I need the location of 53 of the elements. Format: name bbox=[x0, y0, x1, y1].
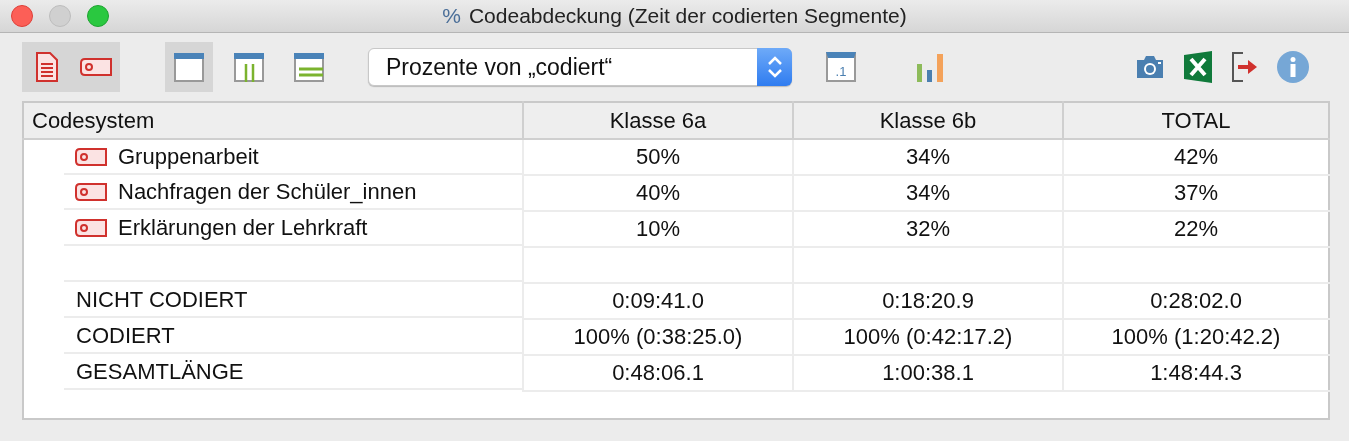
window-layout-icon bbox=[174, 52, 204, 82]
display-dropdown[interactable]: Prozente von „codiert“ bbox=[368, 48, 792, 86]
table-cell: 22% bbox=[1063, 211, 1329, 247]
column-header[interactable]: Codesystem bbox=[23, 102, 523, 139]
chart-button[interactable] bbox=[916, 52, 946, 82]
tag-icon bbox=[74, 219, 108, 237]
table-cell: 100% (1:20:42.2) bbox=[1063, 319, 1329, 355]
table-cell: 0:28:02.0 bbox=[1063, 283, 1329, 319]
export-icon bbox=[1231, 51, 1259, 83]
table-cell: 42% bbox=[1063, 139, 1329, 175]
table-cell: 100% (0:38:25.0) bbox=[523, 319, 793, 355]
spreadsheet-icon bbox=[1183, 51, 1213, 83]
zoom-button[interactable] bbox=[87, 5, 109, 27]
table-cell: 0:09:41.0 bbox=[523, 283, 793, 319]
up-down-chevron-icon bbox=[766, 55, 783, 79]
tag-icon bbox=[74, 147, 108, 166]
code-button[interactable] bbox=[71, 42, 120, 92]
window-title: Codeabdeckung (Zeit der codierten Segmente) bbox=[468, 4, 907, 28]
table-cell: 34% bbox=[793, 175, 1063, 211]
camera-icon bbox=[1135, 54, 1165, 80]
column-header[interactable]: TOTAL bbox=[1063, 102, 1329, 139]
percent-icon: % bbox=[442, 4, 461, 28]
info-icon bbox=[1277, 51, 1309, 83]
table-cell: 50% bbox=[523, 139, 793, 175]
code-label[interactable]: Nachfragen der Schüler_innen bbox=[118, 179, 417, 205]
table-cell: 32% bbox=[793, 211, 1063, 247]
columns-layout-icon bbox=[234, 52, 264, 82]
info-button[interactable] bbox=[1277, 51, 1309, 83]
close-button[interactable] bbox=[11, 5, 33, 27]
excel-button[interactable] bbox=[1183, 51, 1213, 83]
summary-label: CODIERT bbox=[75, 323, 175, 349]
camera-button[interactable] bbox=[1135, 54, 1165, 80]
column-header[interactable]: Klasse 6a bbox=[523, 102, 793, 139]
table-cell: 37% bbox=[1063, 175, 1329, 211]
table-cell: 10% bbox=[523, 211, 793, 247]
code-label[interactable]: Erklärungen der Lehrkraft bbox=[118, 215, 368, 241]
layout-button[interactable] bbox=[165, 42, 213, 92]
rows-layout-icon bbox=[294, 52, 324, 82]
table-cell: 34% bbox=[793, 139, 1063, 175]
column-header[interactable]: Klasse 6b bbox=[793, 102, 1063, 139]
summary-label: NICHT CODIERT bbox=[75, 287, 248, 313]
bar-chart-icon bbox=[916, 52, 946, 82]
document-button[interactable] bbox=[22, 42, 71, 92]
table-cell: 100% (0:42:17.2) bbox=[793, 319, 1063, 355]
summary-label: GESAMTLÄNGE bbox=[75, 359, 244, 385]
table-cell: 40% bbox=[523, 175, 793, 211]
tag-icon bbox=[74, 183, 108, 201]
table-cell: 0:18:20.9 bbox=[793, 283, 1063, 319]
code-label[interactable]: Gruppenarbeit bbox=[118, 143, 259, 170]
decimal-places-button[interactable]: .1 bbox=[826, 52, 856, 82]
tag-icon bbox=[79, 58, 112, 76]
export-button[interactable] bbox=[1231, 51, 1259, 83]
document-icon bbox=[35, 52, 58, 82]
